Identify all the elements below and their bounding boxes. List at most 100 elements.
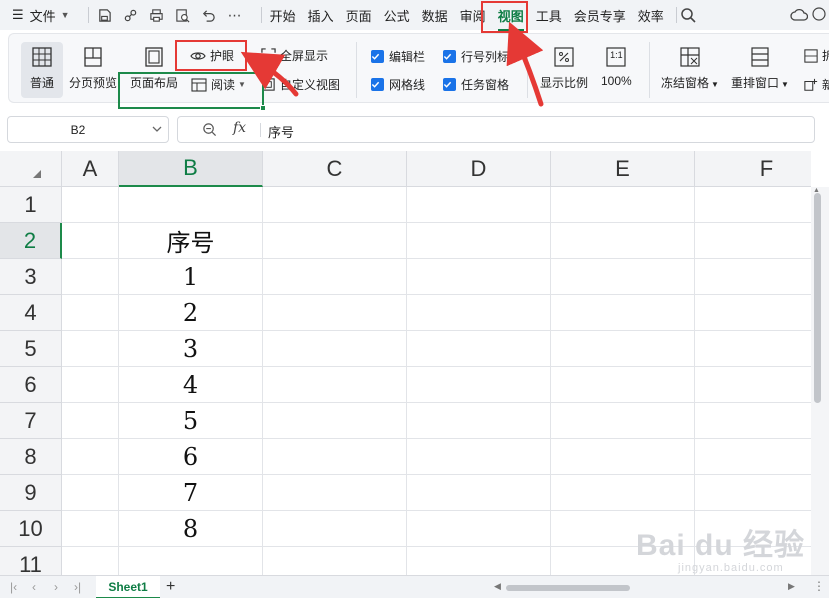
cell-f5[interactable] [695, 331, 811, 367]
cell-b11[interactable] [119, 547, 263, 575]
cell-a8[interactable] [62, 439, 119, 475]
cell-a6[interactable] [62, 367, 119, 403]
cell-b7[interactable]: 5 [119, 403, 263, 439]
cell-d5[interactable] [407, 331, 551, 367]
save-icon[interactable] [97, 7, 113, 23]
cell-f1[interactable] [695, 187, 811, 223]
cell-d2[interactable] [407, 223, 551, 259]
page-break-preview-button[interactable]: 分页预览 [69, 46, 117, 91]
cell-a5[interactable] [62, 331, 119, 367]
name-box[interactable]: B2 [7, 116, 169, 143]
row-header-5[interactable]: 5 [0, 331, 62, 367]
task-pane-checkbox[interactable]: 任务窗格 [443, 76, 509, 93]
cell-f9[interactable] [695, 475, 811, 511]
tab-efficiency[interactable]: 效率 [638, 6, 664, 25]
cell-c4[interactable] [263, 295, 407, 331]
cell-d8[interactable] [407, 439, 551, 475]
cell-f4[interactable] [695, 295, 811, 331]
print-icon[interactable] [149, 7, 165, 23]
zoom-icon[interactable] [202, 122, 217, 140]
file-menu[interactable]: ☰ 文件 ▼ [12, 6, 70, 25]
zoom-100-button[interactable]: 1:1 100% [601, 46, 632, 88]
formula-bar-checkbox[interactable]: 编辑栏 [371, 48, 425, 65]
cell-c11[interactable] [263, 547, 407, 575]
arrange-window-button[interactable]: 重排窗口 ▼ [731, 46, 789, 91]
cell-e1[interactable] [551, 187, 695, 223]
cell-e9[interactable] [551, 475, 695, 511]
freeze-panes-button[interactable]: 冻结窗格 ▼ [661, 46, 719, 91]
row-header-9[interactable]: 9 [0, 475, 62, 511]
sheet-tab-active[interactable]: Sheet1 [96, 576, 160, 598]
tab-member[interactable]: 会员专享 [574, 6, 626, 25]
cell-f7[interactable] [695, 403, 811, 439]
normal-view-button[interactable]: 普通 [21, 42, 63, 98]
fx-icon[interactable]: fx [233, 120, 246, 136]
cell-e4[interactable] [551, 295, 695, 331]
full-screen-button[interactable]: 全屏显示 [261, 47, 328, 64]
first-sheet-icon[interactable]: |‹ [10, 580, 17, 594]
tab-formulas[interactable]: 公式 [384, 6, 410, 25]
cell-b5[interactable]: 3 [119, 331, 263, 367]
zoom-ratio-button[interactable]: 显示比例 [540, 46, 588, 91]
cell-d1[interactable] [407, 187, 551, 223]
cell-a7[interactable] [62, 403, 119, 439]
cell-d6[interactable] [407, 367, 551, 403]
column-header-a[interactable]: A [62, 151, 119, 187]
cell-d7[interactable] [407, 403, 551, 439]
custom-view-button[interactable]: 自定义视图 [261, 76, 340, 93]
row-header-2[interactable]: 2 [0, 223, 62, 259]
cell-d4[interactable] [407, 295, 551, 331]
last-sheet-icon[interactable]: ›| [74, 580, 81, 594]
prev-sheet-icon[interactable]: ‹ [32, 580, 36, 594]
cell-e2[interactable] [551, 223, 695, 259]
cell-d9[interactable] [407, 475, 551, 511]
add-sheet-button[interactable]: + [166, 578, 175, 596]
cell-c7[interactable] [263, 403, 407, 439]
fill-handle[interactable] [260, 105, 266, 111]
cell-b4[interactable]: 2 [119, 295, 263, 331]
tab-insert[interactable]: 插入 [308, 6, 334, 25]
row-header-3[interactable]: 3 [0, 259, 62, 295]
horizontal-scroll-thumb[interactable] [506, 585, 630, 591]
row-header-6[interactable]: 6 [0, 367, 62, 403]
undo-icon[interactable] [201, 7, 217, 23]
vertical-scroll-thumb[interactable] [814, 193, 821, 403]
formula-bar[interactable]: fx 序号 [177, 116, 815, 143]
cell-c2[interactable] [263, 223, 407, 259]
cell-d3[interactable] [407, 259, 551, 295]
row-header-10[interactable]: 10 [0, 511, 62, 547]
cell-e5[interactable] [551, 331, 695, 367]
column-header-b[interactable]: B [119, 151, 263, 187]
column-header-e[interactable]: E [551, 151, 695, 187]
cell-e7[interactable] [551, 403, 695, 439]
next-sheet-icon[interactable]: › [54, 580, 58, 594]
cell-f2[interactable] [695, 223, 811, 259]
cell-b2[interactable]: 序号 [119, 223, 263, 259]
cell-f6[interactable] [695, 367, 811, 403]
column-header-c[interactable]: C [263, 151, 407, 187]
cell-b10[interactable]: 8 [119, 511, 263, 547]
cell-a2[interactable] [62, 223, 119, 259]
row-header-11[interactable]: 11 [0, 547, 62, 575]
cell-c8[interactable] [263, 439, 407, 475]
select-all-corner[interactable] [0, 151, 62, 187]
print-preview-icon[interactable] [175, 7, 191, 23]
scroll-right-icon[interactable]: ▶ [788, 581, 795, 592]
more-sheet-options-icon[interactable]: ⋮ [813, 579, 825, 593]
row-header-1[interactable]: 1 [0, 187, 62, 223]
cloud-icon[interactable] [790, 7, 809, 26]
cell-a10[interactable] [62, 511, 119, 547]
row-col-headers-checkbox[interactable]: 行号列标 [443, 48, 509, 65]
cell-a3[interactable] [62, 259, 119, 295]
tab-tools[interactable]: 工具 [536, 6, 562, 25]
cell-a4[interactable] [62, 295, 119, 331]
row-header-8[interactable]: 8 [0, 439, 62, 475]
row-header-7[interactable]: 7 [0, 403, 62, 439]
cell-c1[interactable] [263, 187, 407, 223]
cell-a1[interactable] [62, 187, 119, 223]
cell-c3[interactable] [263, 259, 407, 295]
gridlines-checkbox[interactable]: 网格线 [371, 76, 425, 93]
row-header-4[interactable]: 4 [0, 295, 62, 331]
cell-b8[interactable]: 6 [119, 439, 263, 475]
cell-b6[interactable]: 4 [119, 367, 263, 403]
